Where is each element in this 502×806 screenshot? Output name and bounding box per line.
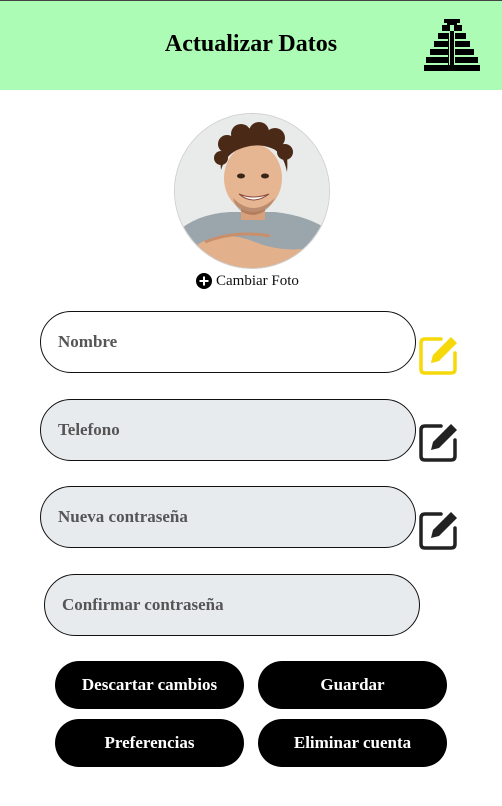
edit-icon[interactable] (417, 420, 461, 464)
profile-photo (174, 113, 330, 269)
change-photo-label: Cambiar Foto (216, 272, 299, 289)
pyramid-icon (424, 19, 480, 71)
new-password-field[interactable]: Nueva contraseña (40, 486, 416, 548)
confirm-password-placeholder: Confirmar contraseña (62, 595, 224, 614)
discard-changes-button[interactable]: Descartar cambios (55, 661, 244, 709)
save-button[interactable]: Guardar (258, 661, 447, 709)
name-placeholder: Nombre (58, 332, 118, 351)
update-data-screen: Actualizar Datos Cambiar Foto Nombre Tel… (0, 0, 502, 806)
new-password-placeholder: Nueva contraseña (58, 507, 188, 526)
phone-field[interactable]: Telefono (40, 399, 416, 461)
delete-account-button[interactable]: Eliminar cuenta (258, 719, 447, 767)
confirm-password-field[interactable]: Confirmar contraseña (44, 574, 420, 636)
header-bar: Actualizar Datos (0, 0, 502, 90)
phone-placeholder: Telefono (58, 420, 120, 439)
name-field[interactable]: Nombre (40, 311, 416, 373)
edit-icon[interactable] (417, 508, 461, 552)
preferences-button[interactable]: Preferencias (55, 719, 244, 767)
change-photo-button[interactable]: Cambiar Foto (196, 271, 299, 291)
plus-circle-icon (196, 273, 212, 289)
edit-icon[interactable] (417, 333, 461, 377)
